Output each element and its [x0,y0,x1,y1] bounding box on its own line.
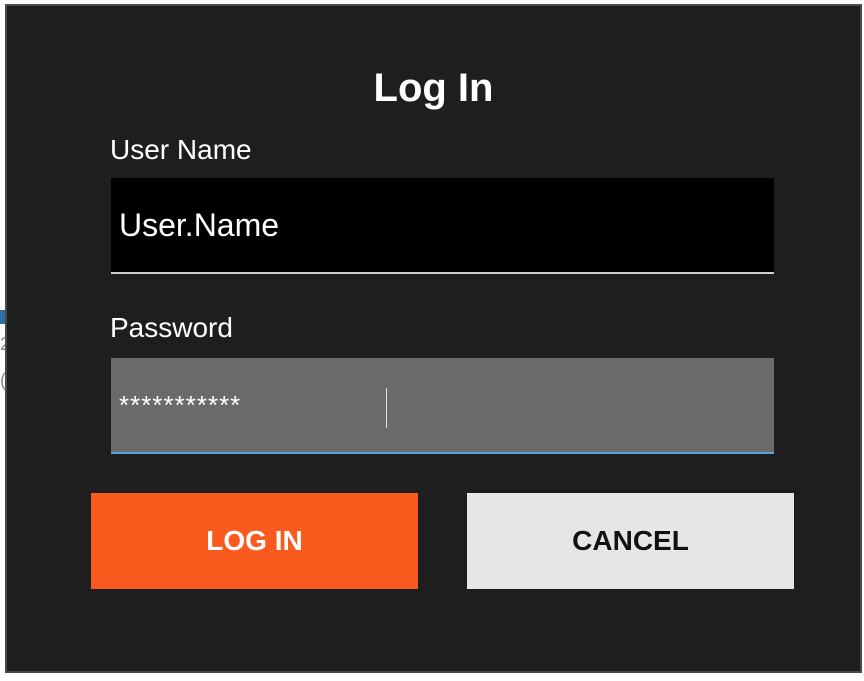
login-button[interactable]: LOG IN [91,493,418,589]
dialog-title: Log In [373,66,494,110]
password-label: Password [110,312,233,343]
text-cursor [386,388,387,428]
login-dialog: Log In User Name Password LOG IN CANCEL [5,4,862,673]
cancel-button[interactable]: CANCEL [467,493,794,589]
username-field[interactable] [111,178,774,274]
username-label: User Name [110,134,252,165]
password-field[interactable] [111,358,774,454]
username-input[interactable] [111,178,774,272]
password-input[interactable] [111,358,774,452]
